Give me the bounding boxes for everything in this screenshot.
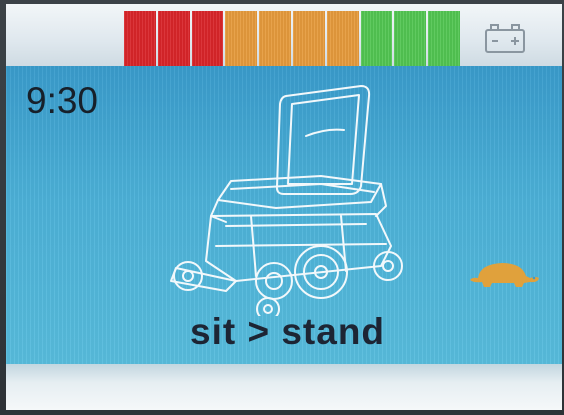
bottom-bar (6, 364, 562, 410)
battery-segment (259, 11, 291, 67)
display-screen: 9:30 sit > stand (0, 0, 564, 415)
battery-segment (191, 11, 224, 67)
battery-segment (428, 11, 460, 67)
battery-segment (157, 11, 190, 67)
battery-segment (360, 11, 393, 67)
main-display: 9:30 sit > stand (6, 66, 562, 364)
clock: 9:30 (26, 80, 99, 121)
battery-segment (394, 11, 427, 67)
mode-label: sit > stand (190, 311, 386, 352)
battery-icon (485, 24, 525, 53)
battery-segment (326, 11, 359, 67)
battery-level-bar (124, 11, 460, 67)
power-wheelchair-icon (170, 85, 403, 316)
battery-segment (292, 11, 325, 67)
battery-segment (124, 11, 156, 67)
turtle-icon (470, 263, 539, 287)
battery-segment (225, 11, 258, 67)
